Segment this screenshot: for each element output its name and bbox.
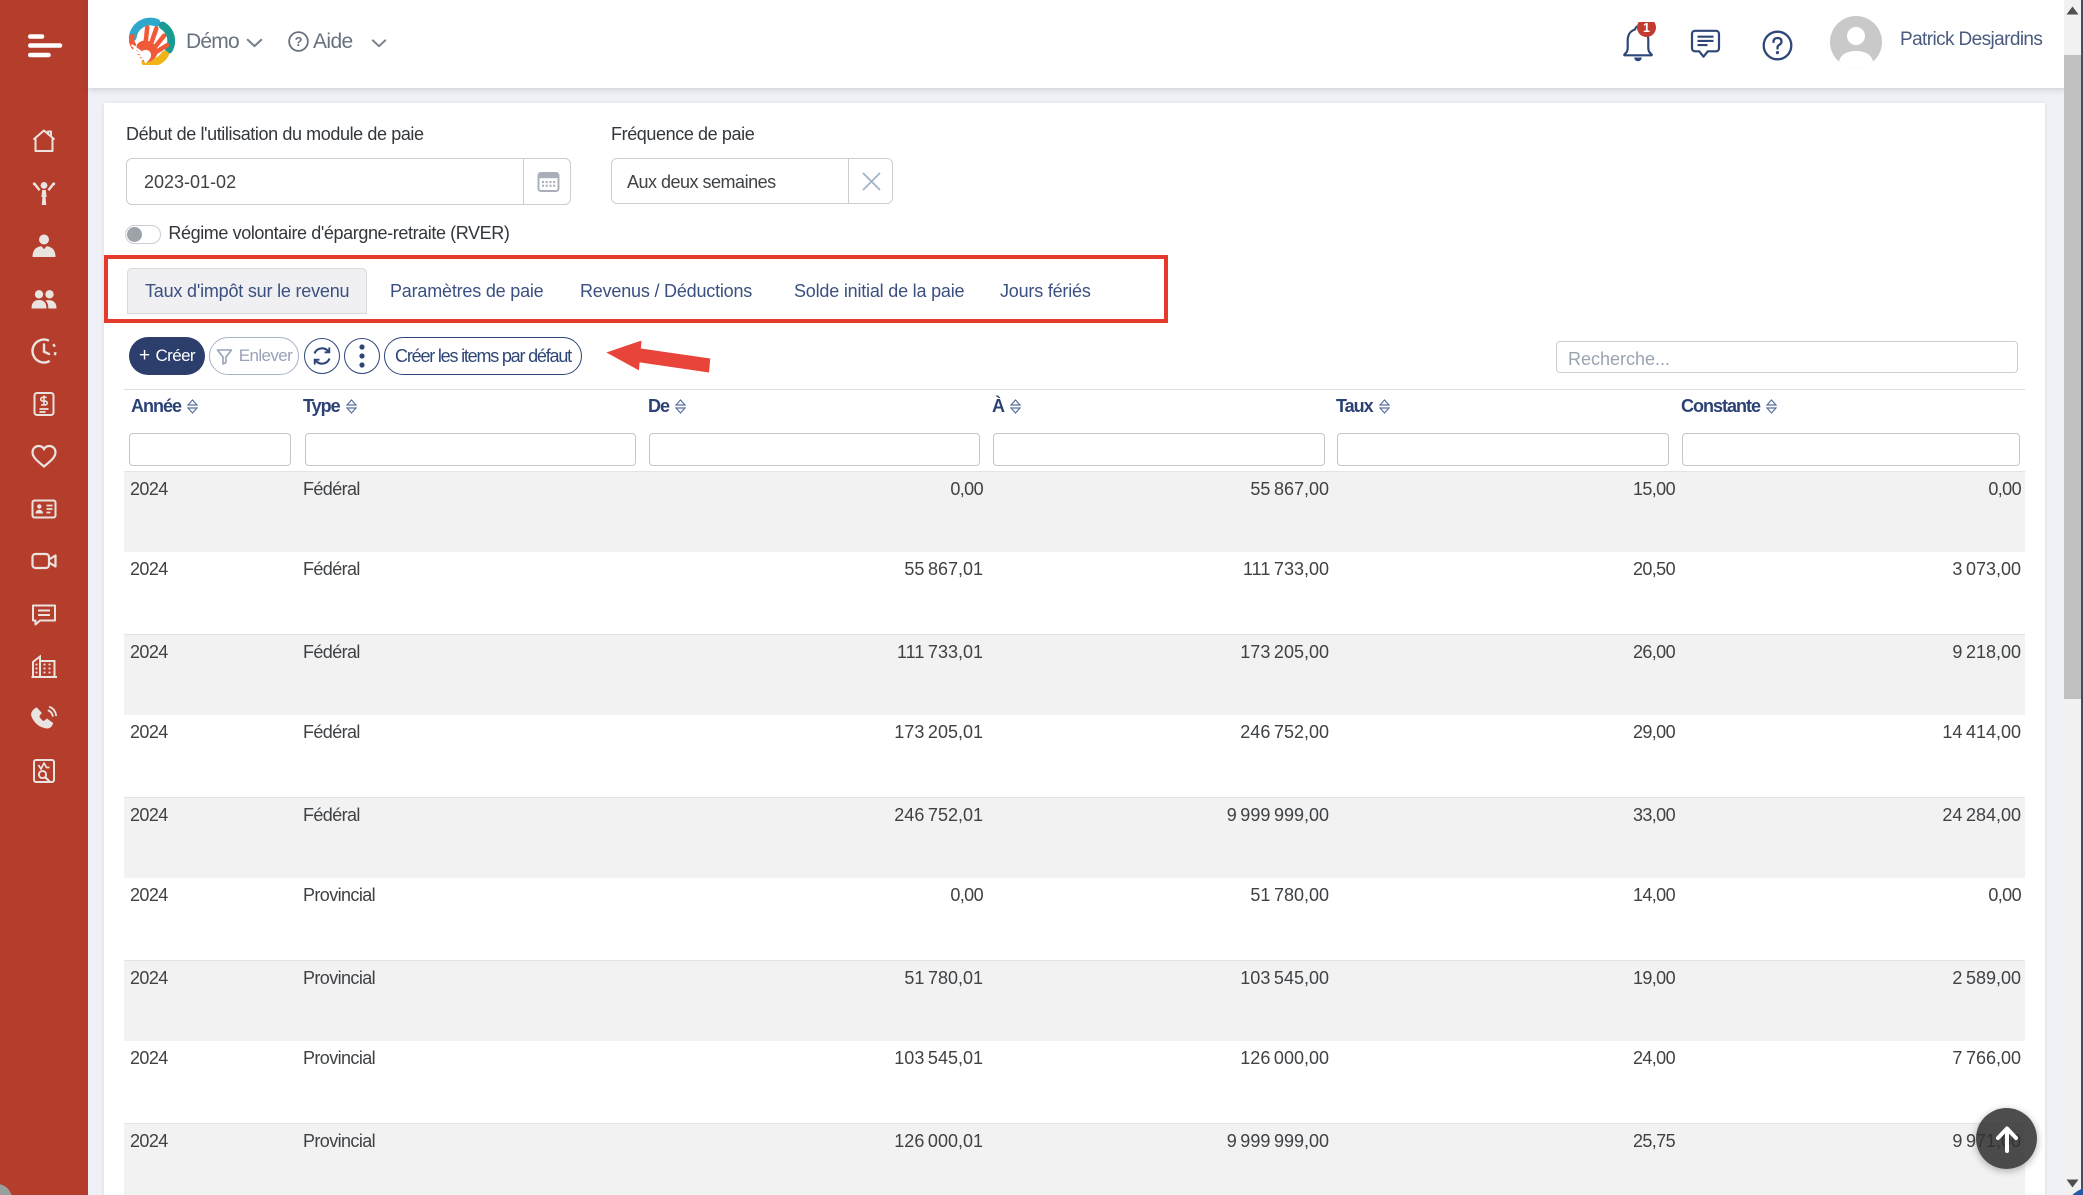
svg-text:1: 1 [1643, 22, 1650, 35]
svg-text:?: ? [295, 34, 303, 49]
